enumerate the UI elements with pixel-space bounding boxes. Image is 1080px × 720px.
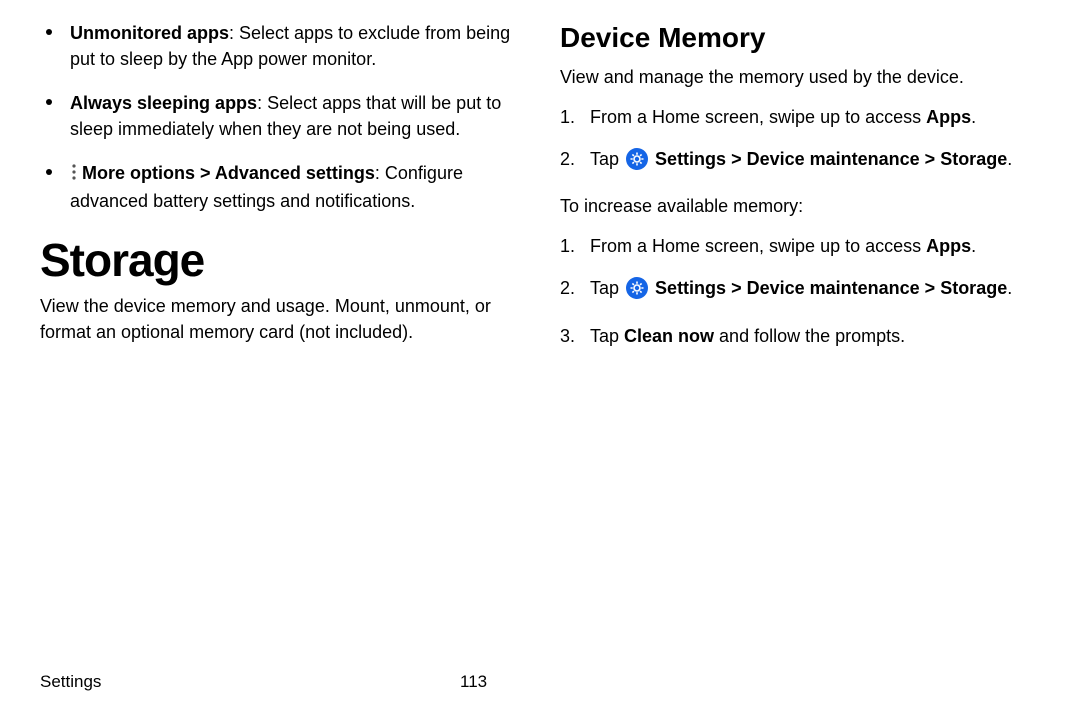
footer-page-number: 113	[460, 672, 487, 692]
device-memory-heading: Device Memory	[560, 22, 1040, 54]
steps-list-1: From a Home screen, swipe up to access A…	[560, 104, 1040, 177]
breadcrumb-sep: >	[920, 149, 941, 169]
clean-now-label: Clean now	[624, 326, 714, 346]
settings-label: Settings	[655, 278, 726, 298]
step-text: Tap	[590, 326, 624, 346]
settings-gear-icon	[626, 148, 648, 177]
advanced-settings-label: Advanced settings	[215, 163, 375, 183]
storage-label: Storage	[940, 278, 1007, 298]
step-post: .	[1007, 278, 1012, 298]
settings-gear-icon	[626, 277, 648, 306]
bullet-more-options: More options > Advanced settings: Config…	[70, 160, 520, 214]
step-post: .	[1007, 149, 1012, 169]
step-item: Tap Settings > Device maintenance > Stor…	[590, 275, 1040, 306]
bullet-label: Always sleeping apps	[70, 93, 257, 113]
breadcrumb-sep: >	[920, 278, 941, 298]
more-options-icon	[70, 162, 78, 188]
breadcrumb-sep: >	[726, 149, 747, 169]
right-column: Device Memory View and manage the memory…	[560, 20, 1040, 365]
increase-memory-text: To increase available memory:	[560, 193, 1040, 219]
breadcrumb-sep: >	[195, 163, 215, 183]
device-maintenance-label: Device maintenance	[747, 149, 920, 169]
storage-heading: Storage	[40, 233, 520, 287]
steps-list-2: From a Home screen, swipe up to access A…	[560, 233, 1040, 348]
feature-bullet-list: Unmonitored apps: Select apps to exclude…	[40, 20, 520, 215]
storage-label: Storage	[940, 149, 1007, 169]
step-item: Tap Settings > Device maintenance > Stor…	[590, 146, 1040, 177]
step-post: .	[971, 107, 976, 127]
more-options-label: More options	[82, 163, 195, 183]
settings-label: Settings	[655, 149, 726, 169]
apps-label: Apps	[926, 107, 971, 127]
step-post: and follow the prompts.	[714, 326, 905, 346]
device-maintenance-label: Device maintenance	[747, 278, 920, 298]
storage-body: View the device memory and usage. Mount,…	[40, 293, 520, 345]
step-text: Tap	[590, 149, 624, 169]
step-text: From a Home screen, swipe up to access	[590, 236, 926, 256]
breadcrumb-sep: >	[726, 278, 747, 298]
bullet-label: Unmonitored apps	[70, 23, 229, 43]
step-item: Tap Clean now and follow the prompts.	[590, 323, 1040, 349]
step-text: From a Home screen, swipe up to access	[590, 107, 926, 127]
apps-label: Apps	[926, 236, 971, 256]
left-column: Unmonitored apps: Select apps to exclude…	[40, 20, 520, 365]
footer-section: Settings	[40, 672, 101, 691]
step-item: From a Home screen, swipe up to access A…	[590, 233, 1040, 259]
bullet-always-sleeping-apps: Always sleeping apps: Select apps that w…	[70, 90, 520, 142]
step-post: .	[971, 236, 976, 256]
bullet-unmonitored-apps: Unmonitored apps: Select apps to exclude…	[70, 20, 520, 72]
page-footer: Settings 113	[40, 672, 1040, 692]
device-memory-intro: View and manage the memory used by the d…	[560, 64, 1040, 90]
step-item: From a Home screen, swipe up to access A…	[590, 104, 1040, 130]
step-text: Tap	[590, 278, 624, 298]
